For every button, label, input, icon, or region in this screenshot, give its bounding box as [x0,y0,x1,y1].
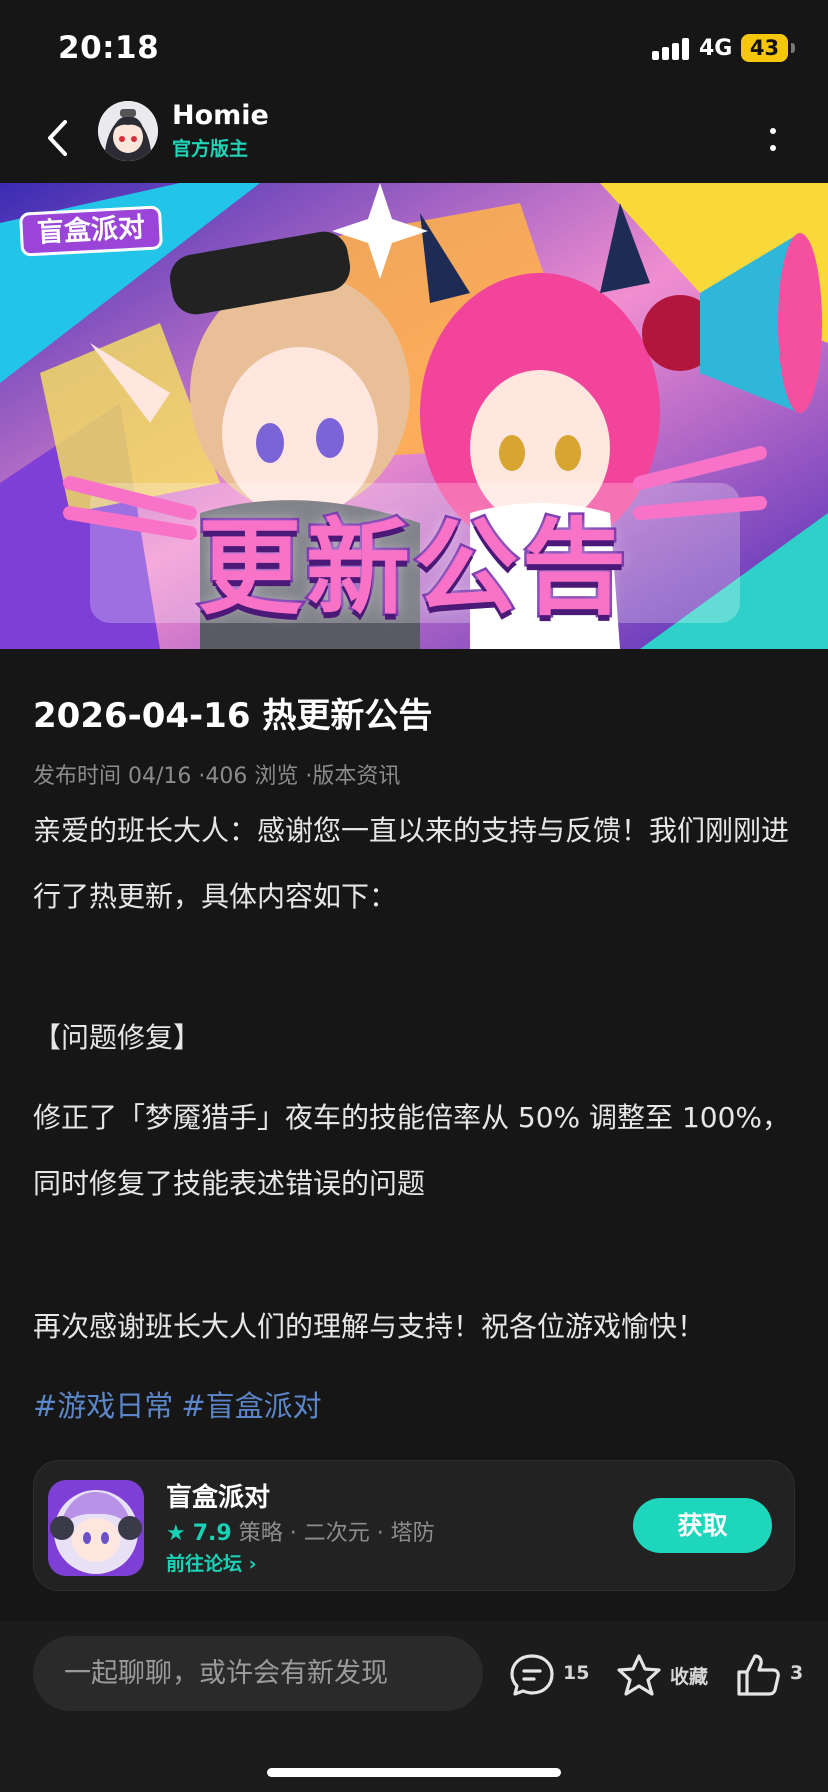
back-button[interactable] [38,110,78,166]
post-banner-image[interactable]: 盲盒派对 更新公告 [0,183,828,649]
post-page: 20:18 4G 43 Homie 官方版主 盲盒派对 更新公告 2026-04… [0,0,828,1792]
comment-button[interactable]: 15 [508,1652,598,1698]
game-genres: 策略 · 二次元 · 塔防 [238,1521,435,1546]
nav-header: Homie 官方版主 [0,96,828,182]
tag-link[interactable]: #游戏日常 [33,1389,173,1423]
game-rating-row: ★ 7.9 策略 · 二次元 · 塔防 [166,1515,435,1547]
get-game-button[interactable]: 获取 [633,1498,772,1553]
forum-link-label: 前往论坛 [166,1553,243,1575]
comment-icon [510,1654,554,1696]
favorite-button[interactable]: 收藏 [615,1652,715,1698]
banner-title: 更新公告 [195,505,631,632]
like-button[interactable]: 3 [735,1652,805,1698]
author-role-badge: 官方版主 [172,138,249,160]
thumbs-up-icon [737,1654,780,1696]
post-paragraph: 亲爱的班长大人：感谢您一直以来的支持与反馈！我们刚刚进行了热更新，具体内容如下： [33,814,790,913]
post-tags: #游戏日常 #盲盒派对 [33,1383,330,1425]
post-paragraph: 再次感谢班长大人们的理解与支持！祝各位游戏愉快！ [33,1310,706,1343]
comment-input[interactable]: 一起聊聊，或许会有新发现 [33,1636,483,1711]
more-options-button[interactable] [758,110,788,166]
post-meta: 发布时间 04/16 ·406 浏览 ·版本资讯 [33,764,401,789]
post-paragraph: 修正了「梦魇猎手」夜车的技能倍率从 50% 调整至 100%，同时修复了技能表述… [33,1101,790,1200]
star-outline-icon [617,1654,661,1696]
comment-count: 15 [563,1662,590,1684]
post-title: 2026-04-16 热更新公告 [33,696,433,736]
battery-icon: 43 [741,34,788,62]
star-icon: ★ [166,1521,186,1546]
battery-nub [791,43,795,53]
favorite-label: 收藏 [670,1666,709,1688]
chevron-right-icon: › [248,1553,257,1575]
status-bar: 20:18 4G 43 [0,0,828,96]
chevron-left-icon [48,120,67,156]
game-card[interactable]: 盲盒派对 ★ 7.9 策略 · 二次元 · 塔防 前往论坛 › 获取 [33,1460,795,1591]
forum-link[interactable]: 前往论坛 › [166,1549,256,1576]
avatar[interactable] [98,101,158,161]
game-icon [48,1480,144,1576]
tag-link[interactable]: #盲盒派对 [181,1389,321,1423]
bottom-action-bar: 一起聊聊，或许会有新发现 15 收藏 3 [0,1622,828,1792]
more-icon [770,128,776,134]
signal-icon [652,38,690,60]
post-section-heading: 【问题修复】 [33,1021,202,1054]
author-name[interactable]: Homie [172,100,269,131]
game-logo: 盲盒派对 [18,205,164,257]
game-name: 盲盒派对 [166,1483,271,1513]
clock: 20:18 [58,30,160,66]
game-score: 7.9 [192,1521,232,1546]
network-type: 4G [699,36,733,61]
home-indicator[interactable] [267,1768,561,1777]
like-count: 3 [790,1662,804,1684]
